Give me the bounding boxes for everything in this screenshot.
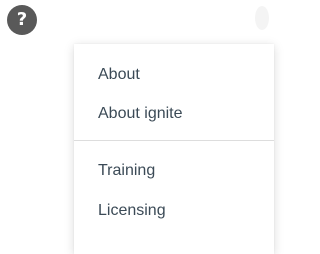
menu-item-about[interactable]: About: [98, 66, 140, 84]
menu-item-licensing[interactable]: Licensing: [98, 202, 166, 220]
menu-item-training[interactable]: Training: [98, 162, 155, 180]
menu-item-about-ignite[interactable]: About ignite: [98, 105, 183, 123]
page: ? About About ignite Training Licensing: [0, 0, 274, 254]
help-icon: ?: [16, 9, 28, 30]
help-dropdown-menu: About About ignite Training Licensing: [74, 44, 274, 254]
partial-icon: [255, 6, 269, 30]
help-button[interactable]: ?: [7, 5, 37, 35]
menu-divider: [74, 140, 274, 141]
